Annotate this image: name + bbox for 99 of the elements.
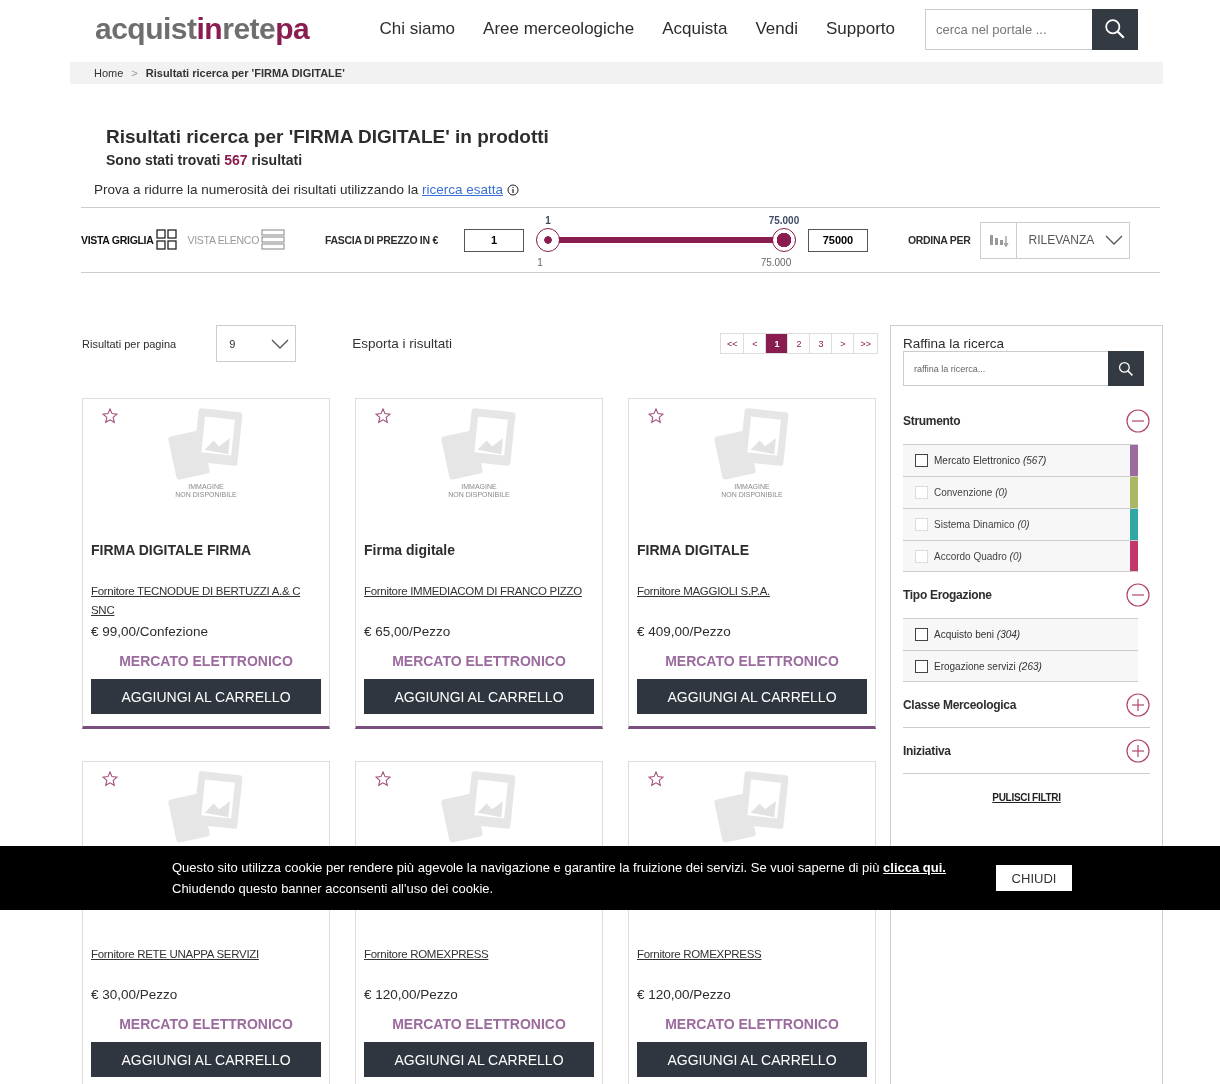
per-page-dropdown[interactable]: 9 — [216, 325, 297, 362]
checkbox[interactable] — [915, 659, 928, 673]
page-link[interactable]: 1 — [765, 333, 789, 354]
collapse-icon[interactable] — [1126, 583, 1150, 607]
supplier-link[interactable]: Fornitore ROMEXPRESS — [364, 945, 594, 985]
add-to-cart-button[interactable]: AGGIUNGI AL CARRELLO — [364, 1042, 594, 1077]
site-logo[interactable]: acquistinretepa — [95, 12, 310, 46]
channel-label: MERCATO ELETTRONICO — [118, 653, 294, 669]
expand-icon[interactable] — [1126, 692, 1150, 717]
supplier-link[interactable]: Fornitore IMMEDIACOM DI FRANCO PIZZO — [364, 582, 594, 622]
channel-label: MERCATO ELETTRONICO — [391, 1016, 567, 1032]
channel-label: MERCATO ELETTRONICO — [118, 1016, 294, 1032]
page-title: Risultati ricerca per 'FIRMA DIGITALE' in prodotti — [106, 126, 550, 148]
add-to-cart-button[interactable]: AGGIUNGI AL CARRELLO — [637, 679, 867, 714]
filter-section-title[interactable]: Tipo Erogazione — [903, 588, 992, 602]
slider-value-label: 75.000 — [768, 215, 800, 226]
supplier-link[interactable]: Fornitore TECNODUE DI BERTUZZI A.& C SNC — [91, 582, 321, 622]
hint-text: Prova a ridurre la numerosità dei risultati utilizzando la ricerca esatta — [94, 182, 503, 197]
supplier-link[interactable]: Fornitore MAGGIOLI S.P.A. — [637, 582, 867, 622]
page-link[interactable]: > — [831, 333, 855, 354]
refine-search-field[interactable]: raffina la ricerca... — [903, 351, 1108, 386]
clear-filters-link[interactable]: PULISCI FILTRI — [903, 792, 1150, 803]
favorite-star-icon[interactable] — [102, 408, 118, 424]
info-icon — [506, 183, 519, 196]
product-price: € 65,00/Pezzo — [364, 624, 452, 639]
add-to-cart-button[interactable]: AGGIUNGI AL CARRELLO — [91, 1042, 321, 1077]
channel-label: MERCATO ELETTRONICO — [391, 653, 567, 669]
breadcrumb-link[interactable]: Home — [94, 67, 124, 79]
slider-handle[interactable] — [771, 228, 796, 252]
product-price: € 409,00/Pezzo — [637, 624, 732, 639]
favorite-star-icon[interactable] — [102, 771, 118, 787]
search-button[interactable] — [1092, 8, 1138, 50]
chevron-down-icon — [271, 338, 290, 349]
add-to-cart-button[interactable]: AGGIUNGI AL CARRELLO — [637, 1042, 867, 1077]
nav-link[interactable]: Vendi — [755, 19, 798, 39]
search-icon — [1118, 360, 1134, 377]
product-title[interactable]: FIRMA DIGITALE — [637, 542, 749, 558]
nav-link[interactable]: Chi siamo — [379, 19, 456, 39]
favorite-star-icon[interactable] — [375, 771, 391, 787]
sort-icon — [989, 232, 1009, 248]
checkbox[interactable] — [915, 628, 928, 641]
exact-search-link[interactable]: ricerca esatta — [421, 182, 503, 197]
nav-link[interactable]: Aree merceologiche — [483, 19, 635, 39]
sort-label: ORDINA PER — [907, 234, 971, 246]
page-link[interactable]: << — [719, 333, 745, 354]
supplier-link[interactable]: Fornitore ROMEXPRESS — [637, 945, 867, 985]
max-price-field[interactable]: 75000 — [807, 228, 868, 252]
per-page-label: Risultati per pagina — [82, 337, 177, 350]
favorite-star-icon[interactable] — [648, 408, 664, 424]
channel-label: MERCATO ELETTRONICO — [664, 653, 840, 669]
min-price-field[interactable]: 1 — [463, 228, 524, 252]
filter-option[interactable]: Acquisto beni (304) — [903, 618, 1138, 650]
product-price: € 30,00/Pezzo — [91, 987, 179, 1002]
price-range-label: FASCIA DI PREZZO IN € — [325, 234, 438, 246]
search-field[interactable]: cerca nel portale ... — [925, 8, 1092, 50]
favorite-star-icon[interactable] — [375, 408, 391, 424]
channel-label: MERCATO ELETTRONICO — [664, 1016, 840, 1032]
sort-dropdown[interactable]: RILEVANZA — [980, 221, 1131, 259]
product-price: € 99,00/Confezione — [91, 624, 210, 639]
filter-title: Raffina la ricerca — [903, 336, 1006, 351]
grid-icon — [155, 229, 178, 251]
product-title[interactable]: Firma digitale — [364, 542, 456, 558]
close-button[interactable]: CHIUDI — [996, 865, 1072, 891]
view-toggle[interactable]: VISTA GRIGLIA — [81, 229, 178, 251]
cookie-notice-text: Questo sito utilizza cookie per rendere più agevole la navigazione e garantire la fruizione dei servizi. Se vuoi saperne di più clicca qui. Chiudendo questo banner acconsenti all'uso dei cookie. — [172, 859, 947, 898]
export-link[interactable]: Esporta i risultati — [352, 336, 452, 351]
slider-value-label: 1 — [545, 215, 551, 226]
filter-option[interactable]: Erogazione servizi (263) — [903, 650, 1138, 682]
page-link[interactable]: 3 — [809, 333, 833, 354]
page-link[interactable]: 2 — [787, 333, 811, 354]
favorite-star-icon[interactable] — [648, 771, 664, 787]
chevron-down-icon — [1105, 235, 1124, 245]
filter-section-title[interactable]: Iniziativa — [903, 743, 951, 758]
breadcrumb-link[interactable]: Risultati ricerca per 'FIRMA DIGITALE' — [145, 67, 345, 79]
cookie-info-link[interactable]: clicca qui. — [883, 860, 946, 875]
supplier-link[interactable]: Fornitore RETE UNAPPA SERVIZI — [91, 945, 321, 985]
slider-limit-label: 1 — [537, 257, 543, 268]
search-button[interactable] — [1108, 351, 1144, 386]
collapse-icon[interactable] — [1126, 409, 1150, 433]
slider-handle[interactable] — [535, 228, 560, 252]
expand-icon[interactable] — [1126, 738, 1150, 763]
filter-section-title[interactable]: Classe Merceologica — [903, 697, 1017, 712]
search-icon — [1104, 18, 1126, 40]
list-icon — [261, 229, 285, 251]
filter-section-title[interactable]: Strumento — [903, 414, 961, 428]
add-to-cart-button[interactable]: AGGIUNGI AL CARRELLO — [91, 679, 321, 714]
add-to-cart-button[interactable]: AGGIUNGI AL CARRELLO — [364, 679, 594, 714]
product-title[interactable]: FIRMA DIGITALE FIRMA — [91, 542, 252, 558]
page-link[interactable]: < — [743, 333, 767, 354]
nav-link[interactable]: Supporto — [826, 19, 895, 39]
page-link[interactable]: >> — [853, 333, 878, 354]
product-price: € 120,00/Pezzo — [637, 987, 732, 1002]
product-price: € 120,00/Pezzo — [364, 987, 459, 1002]
results-count: Sono stati trovati 567 risultati — [106, 152, 304, 168]
breadcrumb-separator: > — [131, 67, 138, 79]
slider-limit-label: 75.000 — [760, 257, 792, 268]
checkbox[interactable] — [915, 454, 928, 467]
nav-link[interactable]: Acquista — [662, 19, 728, 39]
filter-option[interactable]: Mercato Elettronico (567) — [903, 444, 1138, 476]
